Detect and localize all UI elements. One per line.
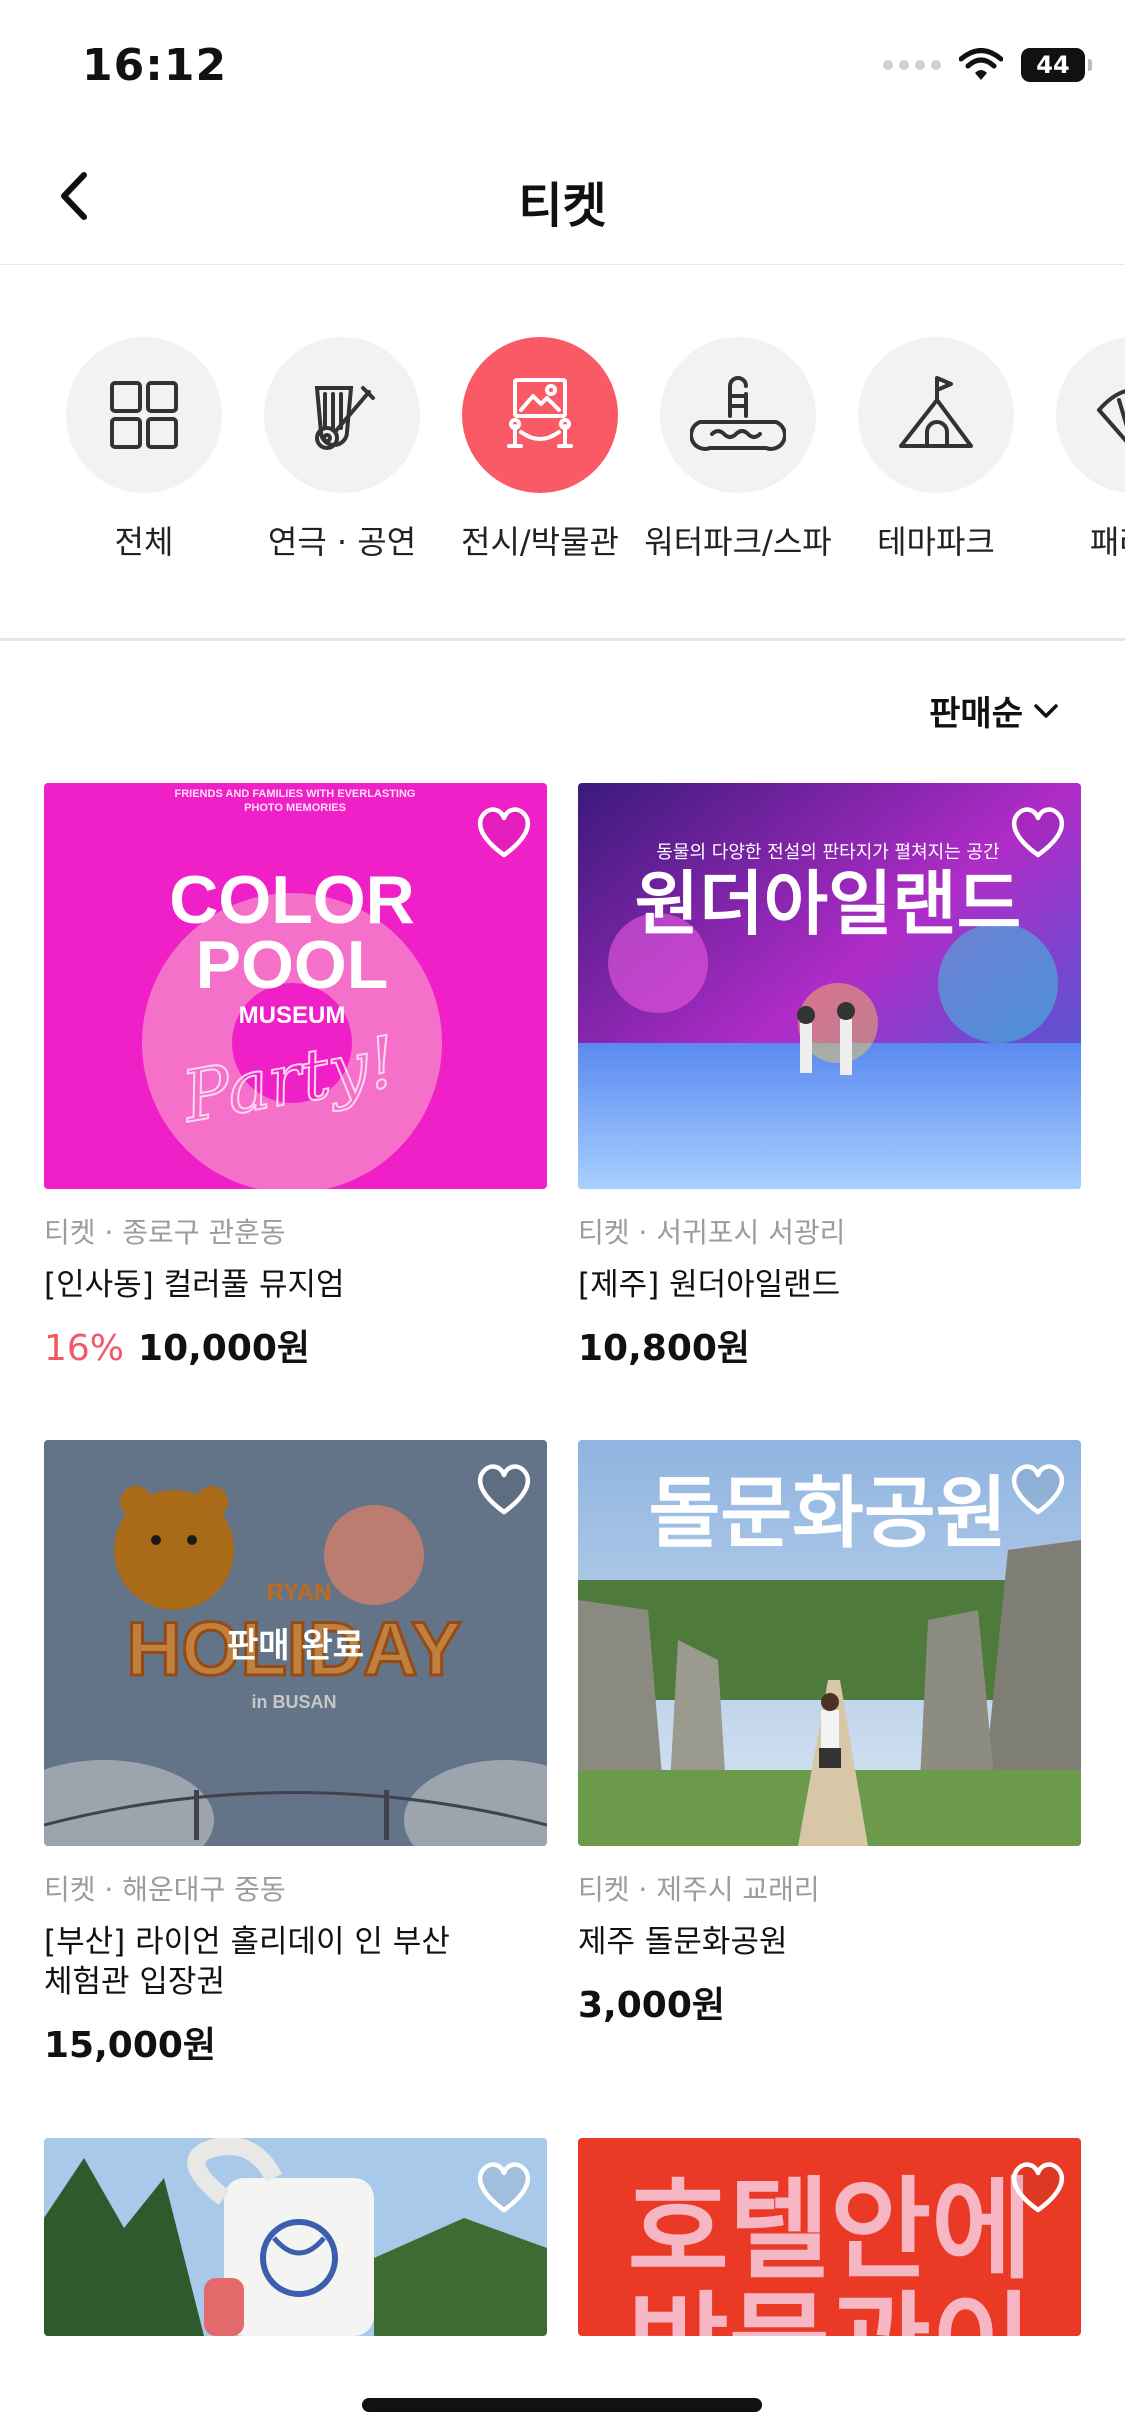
status-time: 16:12 [82,40,228,91]
castle-icon [899,376,973,448]
status-icons: 44 [883,48,1092,82]
status-bar: 16:12 44 [0,0,1125,130]
discount-rate: 16% [44,1328,125,1369]
category-paragliding[interactable]: 패러글 [1034,337,1125,563]
heart-icon[interactable] [1009,2160,1067,2214]
heart-icon[interactable] [1009,805,1067,859]
heart-icon[interactable] [475,1462,533,1516]
product-card[interactable]: 동물의 다양한 전설의 판타지가 펼쳐지는 공간 원더아일랜드 티켓 · 서귀포… [578,783,1081,1371]
product-image[interactable] [44,2138,547,2336]
product-image[interactable]: FRIENDS AND FAMILIES WITH EVERLASTING PH… [44,783,547,1189]
product-price-row: 16% 10,000원 [44,1319,547,1371]
product-card[interactable]: 호텔안에 박물관이 [578,2138,1081,2336]
image-headline: 원더아일랜드 [635,863,1021,945]
category-label: 전체 [114,523,174,561]
heart-icon[interactable] [475,805,533,859]
product-title[interactable]: [제주] 원더아일랜드 [578,1265,1081,1305]
soldout-badge: 판매 완료 [227,1626,364,1666]
category-label: 워터파크/스파 [644,523,832,561]
image-headline: 호텔안에 [628,2166,1033,2294]
image-subheadline: MUSEUM [239,1002,346,1029]
paraglider-icon [1097,389,1125,443]
image-headline: POOL [196,927,389,1003]
cellular-signal-icon [883,60,941,70]
product-title[interactable]: 제주 돌문화공원 [578,1922,1081,1962]
product-card[interactable]: 돌문화공원 티켓 · 제주시 교래리 제주 돌문화공원 3,000원 [578,1440,1081,2028]
waterpark-icon [690,376,786,451]
heart-icon[interactable] [1009,1462,1067,1516]
product-title-line: [부산] 라이언 홀리데이 인 부산 [44,1924,450,1960]
product-price: 15,000원 [44,2025,217,2066]
product-image[interactable]: RYAN HOLIDAY in BUSAN 판매 완료 [44,1440,547,1846]
image-caption: FRIENDS AND FAMILIES WITH EVERLASTING [175,788,416,800]
category-themepark[interactable]: 테마파크 [836,337,1036,563]
product-image[interactable]: 호텔안에 박물관이 [578,2138,1081,2336]
category-all[interactable]: 전체 [44,337,244,563]
battery-icon: 44 [1021,48,1092,82]
category-exhibition[interactable]: 전시/박물관 [440,337,640,563]
product-card[interactable]: FRIENDS AND FAMILIES WITH EVERLASTING PH… [44,783,547,1371]
product-price: 10,800원 [578,1328,751,1369]
product-image[interactable]: 돌문화공원 [578,1440,1081,1846]
product-title[interactable]: [부산] 라이언 홀리데이 인 부산 체험관 입장권 [44,1922,547,2002]
product-price: 10,000원 [138,1328,311,1369]
product-meta: 티켓 · 서귀포시 서광리 [578,1216,846,1249]
image-caption: PHOTO MEMORIES [244,802,346,814]
category-label: 연극 · 공연 [267,523,417,561]
grid-icon [110,381,178,449]
chevron-down-icon [1034,703,1058,718]
category-label: 패러글 [1089,523,1125,561]
category-performance[interactable]: 연극 · 공연 [242,337,442,563]
image-headline: 돌문화공원 [649,1469,1008,1559]
product-image[interactable]: 동물의 다양한 전설의 판타지가 펼쳐지는 공간 원더아일랜드 [578,783,1081,1189]
product-title-line: 체험관 입장권 [44,1964,225,2000]
product-price: 3,000원 [578,1985,725,2026]
category-waterpark[interactable]: 워터파크/스파 [638,337,838,563]
product-card[interactable] [44,2138,547,2336]
sort-label: 판매순 [929,694,1023,734]
divider [0,638,1125,641]
product-title[interactable]: [인사동] 컬러풀 뮤지엄 [44,1265,547,1305]
category-strip[interactable]: 전체 연극 · 공연 전시/박물관 워터파크/스파 테마파크 패 [0,265,1125,640]
nav-bar: 티켓 [0,130,1125,265]
product-meta: 티켓 · 제주시 교래리 [578,1873,820,1906]
wifi-icon [959,48,1003,80]
product-meta: 티켓 · 종로구 관훈동 [44,1216,286,1249]
exhibition-icon [507,378,573,448]
home-indicator[interactable] [362,2398,762,2412]
category-label: 테마파크 [877,523,995,561]
image-caption: 동물의 다양한 전설의 판타지가 펼쳐지는 공간 [656,842,999,863]
category-label: 전시/박물관 [461,523,619,561]
product-card[interactable]: RYAN HOLIDAY in BUSAN 판매 완료 티켓 · 해운대구 중동… [44,1440,547,2068]
image-headline: 박물관이 [628,2281,1033,2336]
instruments-icon [314,386,375,450]
heart-icon[interactable] [475,2160,533,2214]
product-meta: 티켓 · 해운대구 중동 [44,1873,286,1906]
sort-dropdown[interactable]: 판매순 [929,686,1059,735]
page-title: 티켓 [518,178,607,234]
